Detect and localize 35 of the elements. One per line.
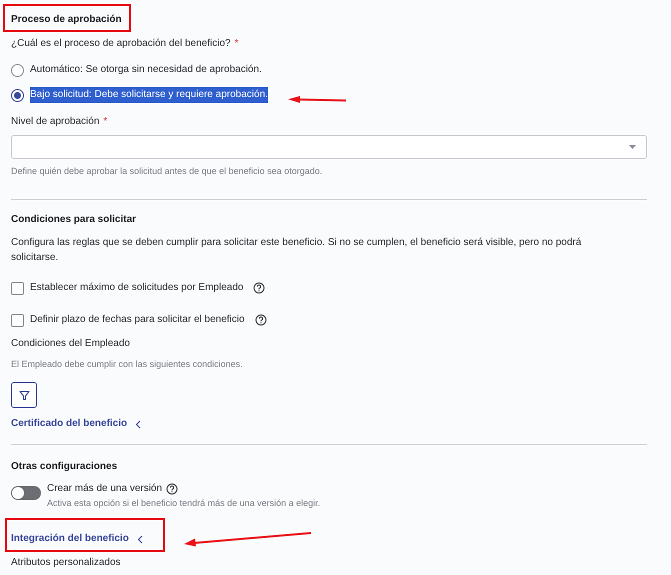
radio-label: Automático: Se otorga sin necesidad de aprobación.: [30, 63, 262, 77]
checkbox[interactable]: [11, 314, 24, 326]
dropdown-field[interactable]: [11, 135, 647, 159]
required-mark: *: [234, 37, 238, 51]
help-icon[interactable]: [253, 282, 266, 294]
section-title: Proceso de aprobación: [11, 13, 122, 27]
chevron-icon: [136, 534, 143, 544]
question-label: ¿Cuál es el proceso de aprobación del beneficio?: [11, 37, 231, 51]
field-hint: Define quién debe aprobar la solicitud antes de que el beneficio sea otorgado.: [11, 165, 322, 178]
filter-icon: [18, 390, 30, 400]
toggle-hint: Activa esta opción si el beneficio tendrá más de una versión a elegir.: [47, 497, 320, 510]
collapsible-link[interactable]: Certificado del beneficio: [11, 417, 142, 431]
section-title: Otras configuraciones: [11, 460, 118, 474]
section-description: Configura las reglas que se deben cumplir para solicitar este beneficio. Si no se cumplen, el beneficio será visible, pero no podrá solicitarse.: [11, 236, 582, 265]
checkbox-label: Definir plazo de fechas para solicitar el beneficio: [30, 313, 245, 327]
checkbox[interactable]: [11, 282, 24, 294]
chevron-icon: [135, 420, 142, 428]
collapsible-link[interactable]: Integración del beneficio: [11, 532, 143, 546]
toggle-switch[interactable]: [11, 486, 41, 500]
checkbox-label: Establecer máximo de solicitudes por Empleado: [30, 281, 244, 295]
section-title: Atributos personalizados: [11, 556, 121, 570]
section-title: Condiciones para solicitar: [11, 213, 136, 227]
filter-button[interactable]: [11, 382, 37, 408]
radio-label: Bajo solicitud: Debe solicitarse y requiere aprobación.: [30, 87, 268, 103]
subsection-title: Condiciones del Empleado: [11, 337, 130, 351]
help-icon[interactable]: [166, 483, 178, 495]
radio-button[interactable]: [11, 88, 24, 102]
annotation-arrow: [288, 96, 348, 104]
field-label: Nivel de aprobación: [11, 115, 100, 129]
required-mark: *: [103, 115, 108, 129]
toggle-label: Crear más de una versión: [47, 482, 162, 496]
help-icon[interactable]: [254, 314, 267, 326]
subsection-hint: El Empleado debe cumplir con las siguientes condiciones.: [11, 358, 243, 371]
radio-button[interactable]: [11, 64, 24, 76]
caret-icon: [629, 145, 636, 149]
